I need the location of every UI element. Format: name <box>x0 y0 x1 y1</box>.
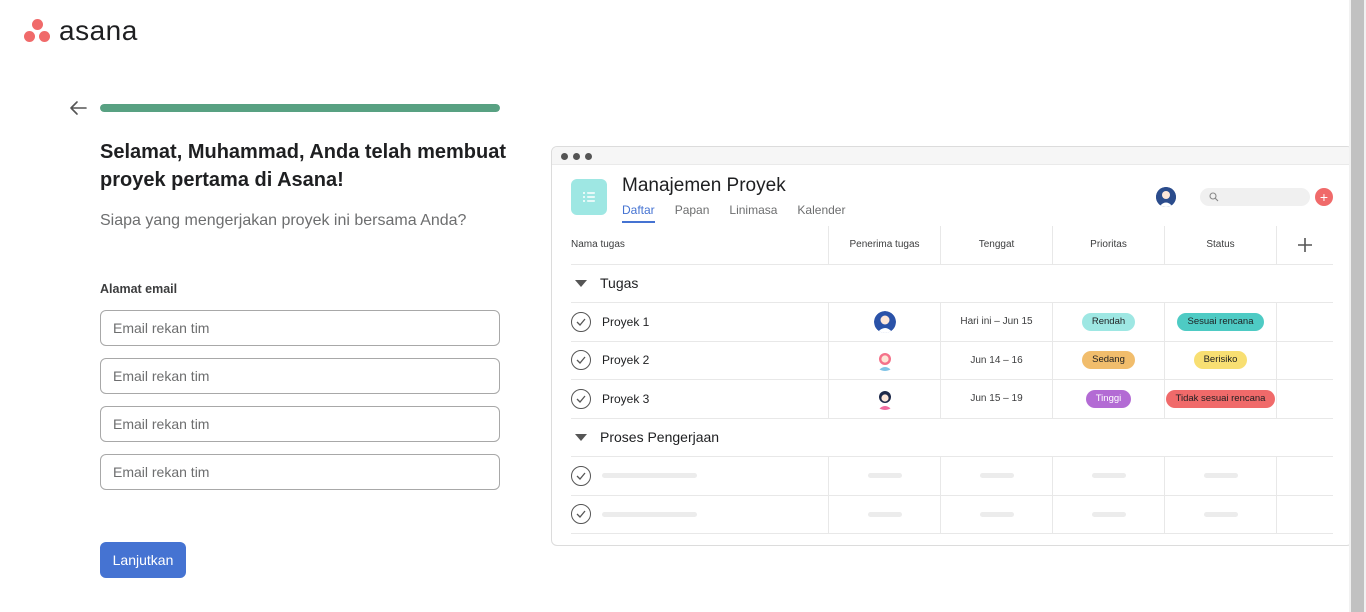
teammate-email-field-1[interactable] <box>100 310 500 346</box>
avatar <box>873 310 896 333</box>
placeholder-row <box>571 457 1333 496</box>
project-preview: Manajemen Proyek Daftar Papan Linimasa K… <box>551 146 1353 546</box>
placeholder-row <box>571 495 1333 534</box>
task-name: Proyek 2 <box>602 353 650 368</box>
project-title: Manajemen Proyek <box>622 175 786 196</box>
window-dot-icon <box>561 153 568 160</box>
tab-board[interactable]: Papan <box>675 203 710 223</box>
add-icon[interactable]: + <box>1315 188 1333 206</box>
page-subtitle: Siapa yang mengerjakan proyek ini bersam… <box>100 212 467 229</box>
checkmark-icon[interactable] <box>571 350 591 371</box>
status-badge: Sesuai rencana <box>1177 312 1264 331</box>
tab-list[interactable]: Daftar <box>622 203 655 223</box>
due-date: Hari ini – Jun 15 <box>940 303 1052 341</box>
section-header[interactable]: Proses Pengerjaan <box>571 419 1333 457</box>
due-date: Jun 14 – 16 <box>940 341 1052 379</box>
task-table: Nama tugas Penerima tugas Tenggat Priori… <box>571 226 1333 534</box>
search-input[interactable] <box>1200 188 1310 206</box>
teammate-email-field-3[interactable] <box>100 406 500 442</box>
caret-down-icon[interactable] <box>575 433 587 441</box>
tab-timeline[interactable]: Linimasa <box>729 203 777 223</box>
scrollbar-thumb[interactable] <box>1351 0 1364 612</box>
email-label: Alamat email <box>100 282 178 296</box>
page-scrollbar[interactable] <box>1349 0 1366 612</box>
table-row[interactable]: Proyek 2 Jun 14 – 16 Sedang Berisiko <box>571 341 1333 380</box>
priority-badge: Sedang <box>1082 351 1135 370</box>
task-name: Proyek 3 <box>602 391 650 406</box>
checkmark-icon[interactable] <box>571 388 591 409</box>
page-title: Selamat, Muhammad, Anda telah membuat pr… <box>100 141 507 191</box>
priority-badge: Rendah <box>1081 312 1136 331</box>
task-name: Proyek 1 <box>602 314 650 329</box>
column-header-priority[interactable]: Prioritas <box>1052 226 1164 264</box>
column-header-due[interactable]: Tenggat <box>940 226 1052 264</box>
avatar <box>873 349 896 372</box>
onboarding-page: asana Selamat, Muhammad, Anda telah memb… <box>0 0 1366 612</box>
due-date: Jun 15 – 19 <box>940 380 1052 418</box>
asana-logo-icon <box>24 18 50 44</box>
priority-badge: Tinggi <box>1085 389 1132 408</box>
avatar <box>1156 187 1176 207</box>
search-icon <box>1209 192 1219 202</box>
section-name: Proses Pengerjaan <box>600 429 720 446</box>
column-header-status[interactable]: Status <box>1164 226 1276 264</box>
add-column-icon[interactable] <box>1276 226 1333 264</box>
logo-wordmark: asana <box>59 15 138 46</box>
table-row[interactable]: Proyek 3 Jun 15 – 19 Tinggi Tidak sesuai… <box>571 380 1333 419</box>
project-tabs: Daftar Papan Linimasa Kalender <box>622 203 845 223</box>
window-dot-icon <box>573 153 580 160</box>
section-name: Tugas <box>600 275 639 292</box>
status-badge: Tidak sesuai rencana <box>1165 389 1276 408</box>
column-header-task-name[interactable]: Nama tugas <box>571 226 828 264</box>
checkmark-icon[interactable] <box>571 504 591 525</box>
section-header[interactable]: Tugas <box>571 265 1333 303</box>
tab-calendar[interactable]: Kalender <box>797 203 845 223</box>
status-badge: Berisiko <box>1193 351 1248 370</box>
continue-button[interactable]: Lanjutkan <box>100 542 186 578</box>
teammate-email-field-2[interactable] <box>100 358 500 394</box>
column-header-assignee[interactable]: Penerima tugas <box>828 226 940 264</box>
table-row[interactable]: Proyek 1 Hari ini – Jun 15 Rendah Sesuai… <box>571 303 1333 342</box>
checkmark-icon[interactable] <box>571 465 591 486</box>
teammate-email-field-4[interactable] <box>100 454 500 490</box>
checkmark-icon[interactable] <box>571 311 591 332</box>
table-header: Nama tugas Penerima tugas Tenggat Priori… <box>571 226 1333 265</box>
caret-down-icon[interactable] <box>575 279 587 287</box>
list-project-icon <box>571 179 607 215</box>
back-arrow-icon[interactable] <box>68 99 88 117</box>
asana-logo: asana <box>24 15 138 46</box>
preview-window-bar <box>552 147 1352 165</box>
avatar <box>873 387 896 410</box>
progress-fill <box>100 104 500 112</box>
window-dot-icon <box>585 153 592 160</box>
onboarding-progress-bar <box>100 104 500 112</box>
